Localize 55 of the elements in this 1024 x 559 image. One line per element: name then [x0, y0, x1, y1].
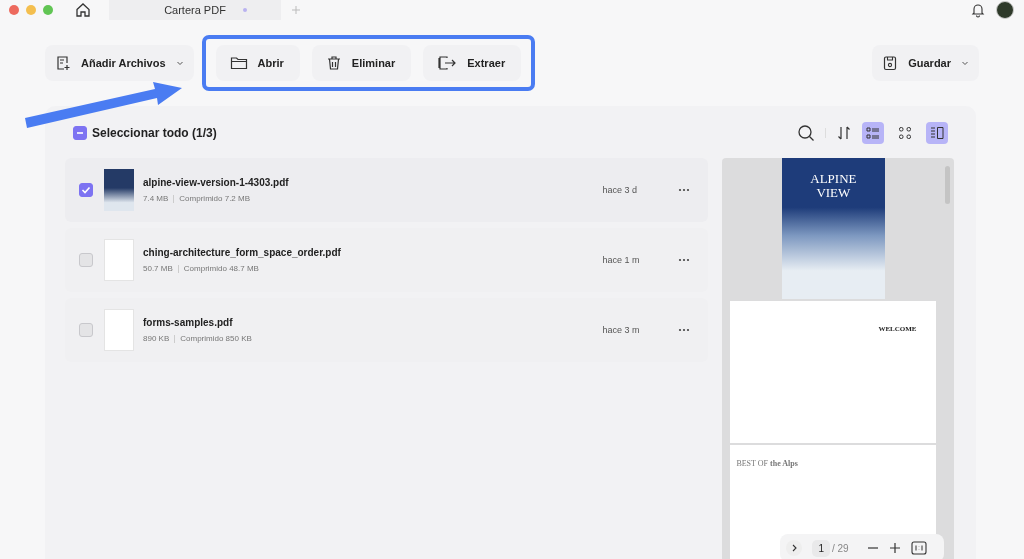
- select-all-label: Seleccionar todo (1/3): [92, 126, 217, 140]
- sort-icon[interactable]: [836, 125, 852, 141]
- file-name: ching-architecture_form_space_order.pdf: [143, 247, 341, 258]
- file-checkbox[interactable]: [79, 323, 93, 337]
- document-thumbnail: [104, 239, 134, 281]
- actual-size-icon[interactable]: [910, 541, 927, 555]
- page-number-field[interactable]: 1: [812, 539, 830, 557]
- save-icon: [882, 55, 899, 71]
- file-name: forms-samples.pdf: [143, 317, 234, 328]
- add-file-icon: [55, 55, 71, 71]
- more-options-icon[interactable]: [678, 188, 691, 192]
- add-files-button[interactable]: Añadir Archivos: [45, 45, 194, 81]
- zoom-in-icon[interactable]: [888, 542, 901, 554]
- extract-button[interactable]: Extraer: [423, 45, 522, 81]
- cover-title: ALPINE VIEW: [809, 172, 858, 202]
- open-button[interactable]: Abrir: [215, 45, 300, 81]
- cover-thumbnail: [104, 169, 134, 211]
- file-size: 7.4 MB: [143, 194, 169, 203]
- grid-icon: [897, 125, 913, 141]
- avatar[interactable]: [996, 1, 1014, 19]
- delete-button[interactable]: Eliminar: [311, 45, 412, 81]
- select-all-checkbox[interactable]: [73, 126, 87, 140]
- next-page-icon[interactable]: [786, 540, 803, 556]
- list-view-button[interactable]: [862, 122, 884, 144]
- modified-time: hace 3 m: [602, 325, 641, 335]
- compressed-size: Comprimido 48.7 MB: [183, 264, 259, 273]
- file-checkbox[interactable]: [79, 183, 93, 197]
- extract-icon: [437, 55, 458, 71]
- document-tab[interactable]: Cartera PDF: [109, 0, 281, 20]
- file-name: alpine-view-version-1-4303.pdf: [143, 177, 289, 188]
- search-icon[interactable]: [797, 124, 815, 142]
- caret-icon: [961, 59, 969, 67]
- more-options-icon[interactable]: [678, 328, 691, 332]
- file-checkbox[interactable]: [79, 253, 93, 267]
- close-window-button[interactable]: [9, 5, 19, 15]
- more-options-icon[interactable]: [678, 258, 691, 262]
- page-heading: BEST OF the Alps: [736, 459, 798, 468]
- file-size: 50.7 MB: [143, 264, 173, 273]
- document-thumbnail: [104, 309, 134, 351]
- side-panel-icon: [929, 125, 945, 141]
- page-total: / 29: [831, 542, 849, 554]
- caret-icon: [175, 59, 184, 67]
- folder-icon: [229, 55, 248, 71]
- bell-icon[interactable]: [970, 2, 986, 18]
- trash-icon: [325, 55, 342, 71]
- compressed-size: Comprimido 7.2 MB: [179, 194, 251, 203]
- checkmark-icon: [80, 184, 92, 196]
- compressed-size: Comprimido 850 KB: [180, 334, 252, 343]
- file-size: 890 KB: [143, 334, 170, 343]
- home-icon[interactable]: [75, 2, 91, 18]
- modified-time: hace 1 m: [602, 255, 641, 265]
- modified-time: hace 3 d: [602, 185, 638, 195]
- save-button[interactable]: Guardar: [872, 45, 979, 81]
- list-icon: [865, 125, 881, 141]
- preview-view-button[interactable]: [926, 122, 948, 144]
